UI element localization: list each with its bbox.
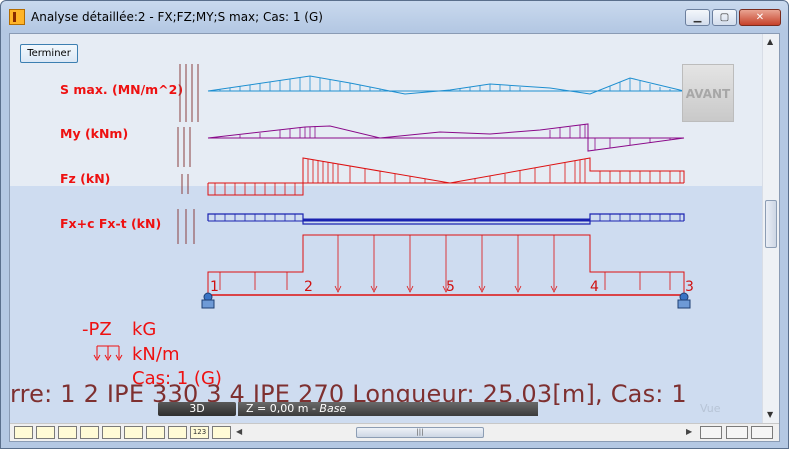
view-3d-tab[interactable]: 3D xyxy=(158,402,236,416)
z-level-text: Z = 0,00 m - xyxy=(246,402,320,415)
diagram-drawing xyxy=(93,64,691,361)
smax-diagram xyxy=(207,75,685,95)
avant-view-button[interactable]: AVANT xyxy=(682,64,734,122)
bottom-toolbar: 123 ◀ ||| ▶ xyxy=(10,423,779,441)
numbering-tool-icon[interactable]: 123 xyxy=(190,426,209,439)
node-label: 3 xyxy=(685,279,694,295)
link-tool-icon[interactable] xyxy=(726,426,748,439)
legend-direction: -PZ xyxy=(82,319,112,340)
legend-unit-force: kG xyxy=(132,319,157,340)
scroll-down-icon[interactable]: ▼ xyxy=(767,410,773,419)
fx-diagram xyxy=(207,213,685,225)
analysis-view: Terminer S max. (MN/m^2) My (kNm) Fz (kN… xyxy=(9,33,780,442)
close-button[interactable]: ✕ xyxy=(739,9,781,26)
check-tool-icon[interactable] xyxy=(58,426,77,439)
maximize-button[interactable]: ▢ xyxy=(712,9,737,26)
dimension-tool-icon[interactable] xyxy=(14,426,33,439)
drawing-canvas[interactable]: Terminer S max. (MN/m^2) My (kNm) Fz (kN… xyxy=(10,34,762,423)
z-level-base: Base xyxy=(319,402,347,415)
fz-diagram xyxy=(207,157,685,196)
node-label: 4 xyxy=(590,279,599,295)
title-bar[interactable]: Analyse détaillée:2 - FX;FZ;MY;S max; Ca… xyxy=(1,1,788,33)
vertical-scroll-thumb[interactable] xyxy=(765,200,777,248)
node-label: 2 xyxy=(304,279,313,295)
node-label: 5 xyxy=(446,279,455,295)
ruler-tool-icon[interactable] xyxy=(124,426,143,439)
horizontal-scroll-thumb[interactable]: ||| xyxy=(356,427,484,438)
vue-label: Vue xyxy=(700,402,721,415)
plate-tool-icon[interactable] xyxy=(146,426,165,439)
window-title: Analyse détaillée:2 - FX;FZ;MY;S max; Ca… xyxy=(31,10,323,24)
pen-tool-icon[interactable] xyxy=(102,426,121,439)
scroll-left-icon[interactable]: ◀ xyxy=(236,427,242,436)
application-window: Analyse détaillée:2 - FX;FZ;MY;S max; Ca… xyxy=(0,0,789,449)
legend-unit-load: kN/m xyxy=(132,344,180,365)
minimize-button[interactable]: ▁ xyxy=(685,9,710,26)
grid-tool-icon[interactable] xyxy=(212,426,231,439)
axis-scale-marks xyxy=(177,64,199,244)
vertical-scrollbar[interactable]: ▲ ▼ xyxy=(762,34,779,423)
scroll-up-icon[interactable]: ▲ xyxy=(767,37,773,46)
eye-tool-icon[interactable] xyxy=(751,426,773,439)
stat-tool-icon[interactable] xyxy=(80,426,99,439)
z-level-bar[interactable]: Z = 0,00 m - Base xyxy=(238,402,538,416)
scroll-right-icon[interactable]: ▶ xyxy=(686,427,692,436)
beam-tool-icon[interactable] xyxy=(36,426,55,439)
slab-tool-icon[interactable] xyxy=(168,426,187,439)
my-diagram xyxy=(207,123,685,152)
distributed-load-icon xyxy=(93,345,123,361)
cut-tool-icon[interactable] xyxy=(700,426,722,439)
node-label: 1 xyxy=(210,279,219,295)
app-logo-icon xyxy=(9,9,25,25)
